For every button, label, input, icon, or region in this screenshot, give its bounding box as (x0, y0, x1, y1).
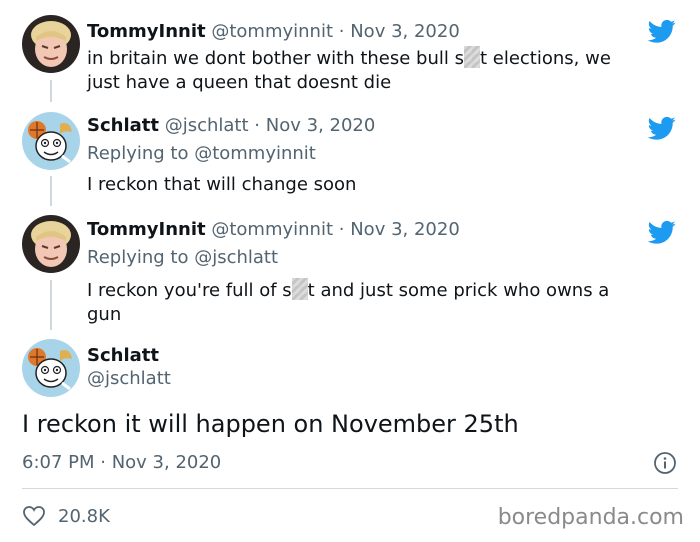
like-count: 20.8K (58, 505, 110, 527)
like-action[interactable]: 20.8K (22, 504, 110, 528)
censor-blur (291, 278, 308, 300)
handle[interactable]: @tommyinnit (211, 219, 333, 240)
tweet-text-part: gun (87, 304, 122, 325)
separator: · (338, 219, 345, 240)
tweet-timestamp[interactable]: 6:07 PM · Nov 3, 2020 (22, 451, 221, 475)
thread-line (50, 80, 52, 102)
tweet-date[interactable]: Nov 3, 2020 (266, 115, 376, 136)
avatar-schlatt[interactable] (22, 112, 80, 170)
tweet-header: TommyInnit @tommyinnit · Nov 3, 2020 (87, 218, 460, 242)
tweet-text: I reckon that will change soon (87, 174, 357, 195)
twitter-bird-icon[interactable] (646, 218, 678, 246)
tweet-date[interactable]: Nov 3, 2020 (350, 21, 460, 42)
display-name[interactable]: Schlatt (87, 345, 159, 367)
thread-line (50, 176, 52, 206)
tweet-text-part: t and just some prick who owns a (307, 280, 610, 301)
separator: · (254, 115, 261, 136)
tweet-text: I reckon you're full of s t and just some… (87, 278, 657, 327)
tweet-header: Schlatt @jschlatt · Nov 3, 2020 (87, 114, 375, 138)
tweet-header: TommyInnit @tommyinnit · Nov 3, 2020 (87, 20, 460, 44)
replying-to[interactable]: Replying to @jschlatt (87, 246, 278, 270)
handle[interactable]: @tommyinnit (211, 21, 333, 42)
tweet-text: in britain we dont bother with these bul… (87, 46, 657, 95)
avatar-schlatt[interactable] (22, 339, 80, 397)
tweet-text-part: I reckon you're full of s (87, 280, 292, 301)
avatar-tommyinnit[interactable] (22, 215, 80, 273)
twitter-bird-icon[interactable] (646, 114, 678, 142)
tweet-text-part: in britain we dont bother with these bul… (87, 48, 464, 69)
handle[interactable]: @jschlatt (87, 368, 171, 390)
censor-blur (463, 46, 480, 68)
watermark: boredpanda.com (497, 505, 684, 530)
handle[interactable]: @jschlatt (165, 115, 249, 136)
twitter-bird-icon[interactable] (646, 17, 678, 45)
avatar-tommyinnit[interactable] (22, 15, 80, 73)
tweet-text-part: t elections, we (479, 48, 611, 69)
tweet-date[interactable]: Nov 3, 2020 (350, 219, 460, 240)
display-name[interactable]: Schlatt (87, 115, 159, 136)
thread-line (50, 280, 52, 330)
display-name[interactable]: TommyInnit (87, 219, 206, 240)
main-tweet-text: I reckon it will happen on November 25th (22, 410, 519, 438)
display-name[interactable]: TommyInnit (87, 21, 206, 42)
replying-to[interactable]: Replying to @tommyinnit (87, 142, 316, 166)
divider (22, 488, 678, 489)
tweet-text-part: just have a queen that doesnt die (87, 72, 392, 93)
heart-icon[interactable] (22, 505, 46, 527)
separator: · (338, 21, 345, 42)
info-icon[interactable] (653, 451, 677, 475)
